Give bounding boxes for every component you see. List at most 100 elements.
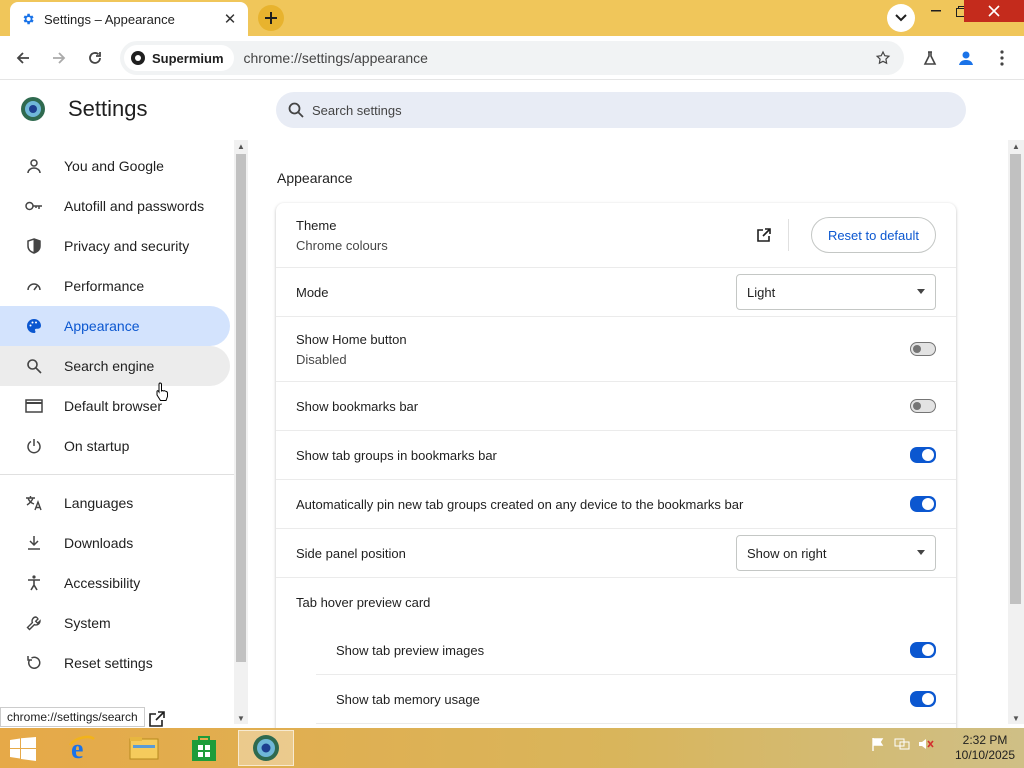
clock-time: 2:32 PM — [962, 733, 1008, 747]
menu-button[interactable] — [987, 43, 1017, 73]
taskbar-store[interactable] — [176, 730, 232, 766]
labs-button[interactable] — [915, 43, 945, 73]
divider — [788, 219, 789, 251]
side-panel-select[interactable]: Show on right — [736, 535, 936, 571]
sidebar-item-autofill[interactable]: Autofill and passwords — [0, 186, 230, 226]
supermium-browser-icon — [253, 735, 279, 761]
url-text[interactable]: chrome://settings/appearance — [244, 50, 428, 66]
bookmarks-bar-toggle[interactable] — [910, 399, 936, 413]
sidebar-item-reset[interactable]: Reset settings — [0, 643, 230, 683]
sidebar-item-performance[interactable]: Performance — [0, 266, 230, 306]
browser-tab[interactable]: Settings – Appearance ✕ — [10, 2, 248, 36]
appearance-card: Theme Chrome colours Reset to default Mo… — [276, 203, 956, 743]
taskbar-clock[interactable]: 2:32 PM 10/10/2025 — [950, 733, 1020, 763]
memory-usage-toggle[interactable] — [910, 691, 936, 707]
download-icon — [24, 533, 44, 553]
settings-search[interactable] — [276, 92, 966, 128]
site-chip-label: Supermium — [152, 50, 224, 66]
reset-to-default-button[interactable]: Reset to default — [810, 217, 936, 253]
content-scrollbar[interactable]: ▲ ▼ — [1008, 140, 1024, 724]
power-icon — [24, 436, 44, 456]
tab-groups-row[interactable]: Show tab groups in bookmarks bar — [276, 431, 956, 480]
home-button-label: Show Home button — [296, 332, 407, 347]
reload-button[interactable] — [80, 43, 110, 73]
avatar-icon — [959, 51, 973, 65]
sidebar-item-on-startup[interactable]: On startup — [0, 426, 230, 466]
sidebar-item-system[interactable]: System — [0, 603, 230, 643]
back-button[interactable] — [8, 43, 38, 73]
scroll-down-arrow-icon[interactable]: ▼ — [1008, 712, 1024, 724]
sidebar-item-appearance[interactable]: Appearance — [0, 306, 230, 346]
sidebar-item-you-and-google[interactable]: You and Google — [0, 146, 230, 186]
arrow-right-icon — [53, 52, 66, 64]
settings-header: Settings — [20, 96, 148, 122]
bookmark-star-icon[interactable] — [872, 47, 894, 69]
volume-muted-icon[interactable] — [918, 736, 934, 752]
address-bar[interactable]: Supermium chrome://settings/appearance — [120, 41, 904, 75]
sidebar-divider — [0, 474, 234, 475]
close-icon[interactable]: ✕ — [222, 11, 238, 28]
window-close-button[interactable] — [964, 0, 1024, 22]
external-link-icon — [149, 711, 165, 727]
home-button-row[interactable]: Show Home button Disabled — [276, 317, 956, 382]
taskbar-supermium[interactable] — [238, 730, 294, 766]
auto-pin-toggle[interactable] — [910, 496, 936, 512]
scroll-up-arrow-icon[interactable]: ▲ — [1008, 140, 1024, 152]
key-icon — [24, 196, 44, 216]
scroll-down-arrow-icon[interactable]: ▼ — [234, 712, 248, 724]
settings-sidebar: You and Google Autofill and passwords Pr… — [0, 146, 234, 712]
auto-pin-label: Automatically pin new tab groups created… — [296, 497, 744, 512]
side-panel-row: Side panel position Show on right — [276, 529, 956, 578]
sidebar-item-default-browser[interactable]: Default browser — [0, 386, 230, 426]
auto-pin-row[interactable]: Automatically pin new tab groups created… — [276, 480, 956, 529]
screen: Settings – Appearance ✕ Supermium chrome… — [0, 0, 1024, 768]
minimize-button[interactable] — [925, 0, 947, 22]
windows-logo-icon — [10, 737, 36, 761]
sidebar-item-label: Reset settings — [64, 655, 153, 671]
browser-window-icon — [24, 396, 44, 416]
scrollbar-thumb[interactable] — [236, 154, 246, 662]
sidebar-item-languages[interactable]: Languages — [0, 483, 230, 523]
site-info-chip[interactable]: Supermium — [124, 45, 234, 71]
shield-icon — [24, 236, 44, 256]
new-tab-button[interactable] — [258, 5, 284, 31]
mode-select[interactable]: Light — [736, 274, 936, 310]
taskbar-file-explorer[interactable] — [116, 730, 172, 766]
more-vertical-icon — [1000, 50, 1004, 66]
memory-usage-row[interactable]: Show tab memory usage — [316, 675, 956, 724]
home-button-toggle[interactable] — [910, 342, 936, 356]
profile-button[interactable] — [951, 43, 981, 73]
sidebar-item-label: Autofill and passwords — [64, 198, 205, 214]
theme-row[interactable]: Theme Chrome colours Reset to default — [276, 203, 956, 268]
memory-usage-label: Show tab memory usage — [336, 692, 480, 707]
forward-button[interactable] — [44, 43, 74, 73]
section-title: Appearance — [277, 170, 353, 186]
tab-groups-toggle[interactable] — [910, 447, 936, 463]
hand-cursor-icon — [156, 382, 168, 401]
sidebar-scrollbar[interactable]: ▲ ▼ — [234, 140, 248, 724]
scrollbar-thumb[interactable] — [1010, 154, 1021, 604]
network-icon[interactable] — [894, 736, 910, 752]
external-link-icon[interactable] — [754, 225, 774, 245]
scroll-up-arrow-icon[interactable]: ▲ — [234, 140, 248, 152]
sidebar-item-privacy[interactable]: Privacy and security — [0, 226, 230, 266]
start-button[interactable] — [6, 734, 40, 764]
mode-label: Mode — [296, 285, 329, 300]
bookmarks-bar-row[interactable]: Show bookmarks bar — [276, 382, 956, 431]
sidebar-item-label: Default browser — [64, 398, 163, 414]
sidebar-item-accessibility[interactable]: Accessibility — [0, 563, 230, 603]
chevron-down-icon — [895, 14, 907, 22]
preview-images-row[interactable]: Show tab preview images — [316, 626, 956, 675]
tab-search-button[interactable] — [887, 4, 915, 32]
tab-strip: Settings – Appearance ✕ — [0, 0, 1024, 36]
sidebar-item-downloads[interactable]: Downloads — [0, 523, 230, 563]
taskbar: e 2:32 PM 10/10/2025 — [0, 728, 1024, 768]
taskbar-internet-explorer[interactable]: e — [54, 730, 110, 766]
search-input[interactable] — [312, 102, 912, 118]
side-panel-select-value: Show on right — [747, 545, 827, 561]
sidebar-item-search-engine[interactable]: Search engine — [0, 346, 230, 386]
preview-images-toggle[interactable] — [910, 642, 936, 658]
page-title: Settings — [68, 96, 148, 121]
hover-card-label: Tab hover preview card — [296, 595, 431, 610]
flag-icon[interactable] — [870, 736, 886, 752]
